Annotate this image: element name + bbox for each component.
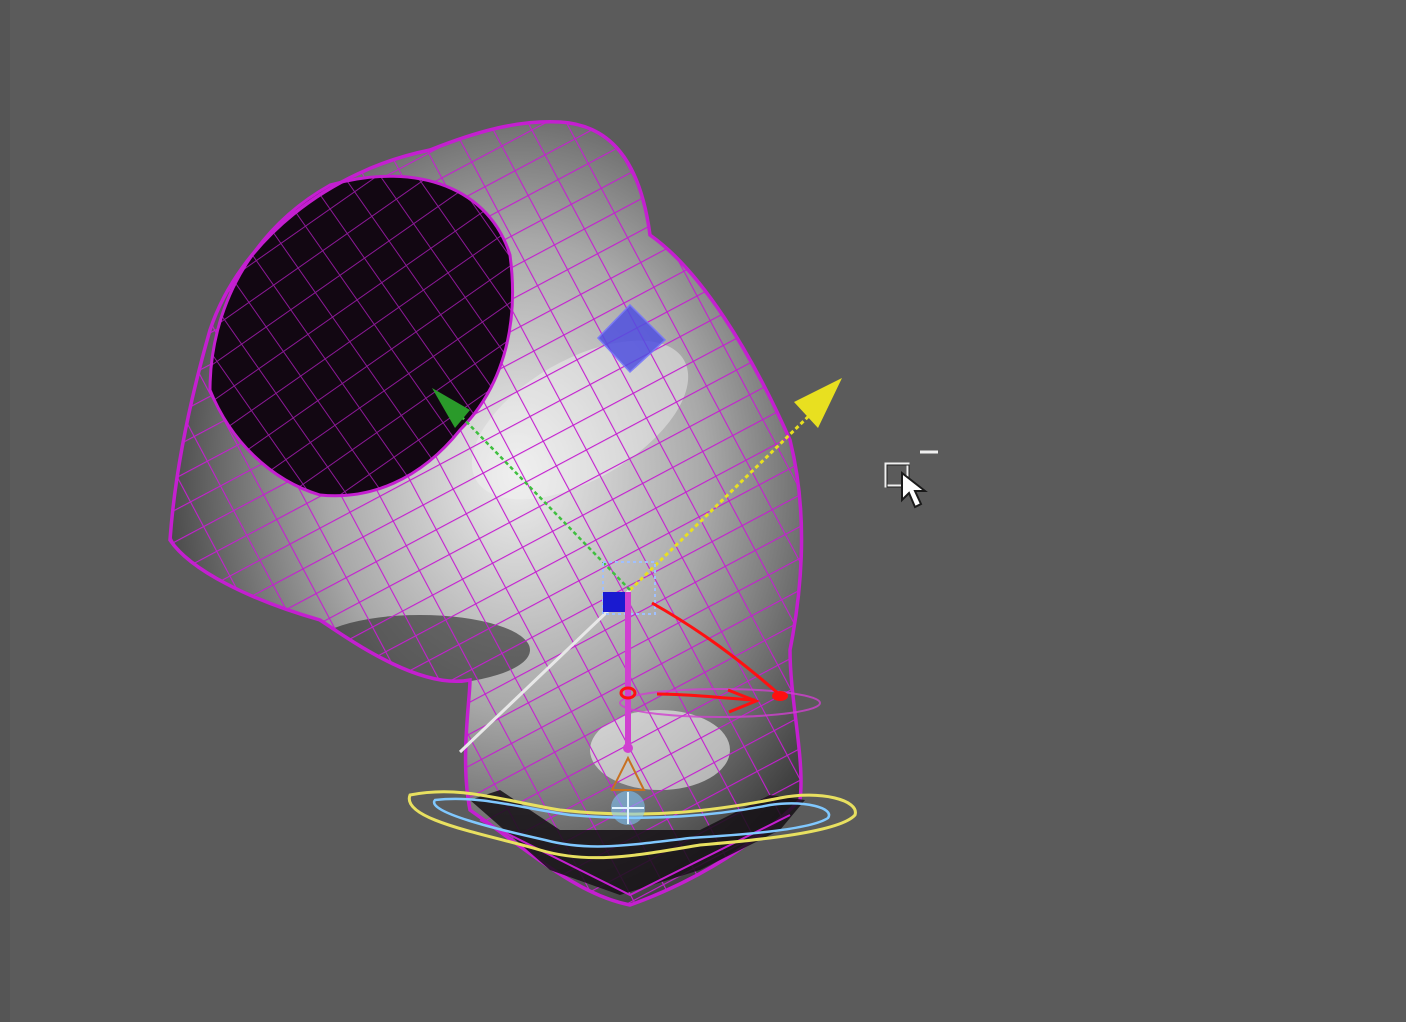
viewport-scene[interactable] (0, 0, 1406, 1022)
gizmo-axis-z-arrow-icon[interactable] (794, 378, 842, 428)
pivot-node-bottom (623, 743, 633, 753)
region-select-cursor (880, 440, 950, 520)
region-select-cursor-icon (884, 450, 938, 509)
mesh-object[interactable] (0, 0, 1406, 1022)
gizmo-center-handle[interactable] (603, 592, 625, 612)
mesh-wireframe (170, 121, 802, 905)
3d-viewport[interactable] (0, 0, 1406, 1022)
annotation-dot (772, 691, 788, 701)
